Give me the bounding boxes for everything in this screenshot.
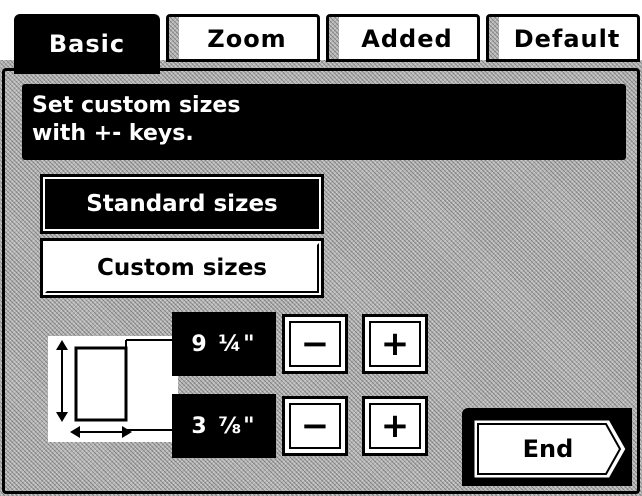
minus-label: − [300, 324, 330, 364]
width-minus-button[interactable]: − [282, 314, 348, 374]
active-tab-connector [14, 60, 160, 74]
tab-zoom[interactable]: Zoom [166, 14, 320, 62]
custom-sizes-button[interactable]: Custom sizes [40, 238, 324, 298]
tab-basic-label: Basic [48, 29, 126, 58]
message-line-2: with +- keys. [32, 121, 194, 146]
standard-sizes-label: Standard sizes [86, 191, 278, 217]
height-minus-button[interactable]: − [282, 396, 348, 456]
instruction-message: Set custom sizes with +- keys. [22, 84, 626, 160]
height-plus-face: + [369, 403, 421, 449]
tab-edge [169, 17, 179, 59]
plus-label: + [380, 406, 410, 446]
tab-default-face: Default [499, 21, 633, 57]
end-label: End [522, 435, 574, 463]
tab-zoom-label: Zoom [207, 25, 287, 53]
end-button-text-area[interactable]: End [478, 416, 618, 482]
height-minus-face: − [289, 403, 341, 449]
paper-size-icon [48, 336, 178, 442]
tab-default[interactable]: Default [486, 14, 640, 62]
message-line-1: Set custom sizes [32, 93, 241, 118]
width-plus-button[interactable]: + [362, 314, 428, 374]
width-minus-face: − [289, 321, 341, 367]
tab-added-face: Added [339, 21, 473, 57]
tab-edge [329, 17, 339, 59]
tab-added[interactable]: Added [326, 14, 480, 62]
tab-edge [489, 17, 499, 59]
custom-sizes-label: Custom sizes [97, 255, 267, 281]
copier-touch-screen: Basic Zoom Added Default Set custom size… [0, 0, 642, 496]
tab-zoom-face: Zoom [179, 21, 313, 57]
height-value: 3 ⅞" [191, 413, 257, 439]
minus-label: − [300, 406, 330, 446]
tab-default-label: Default [513, 25, 621, 53]
width-value: 9 ¼" [191, 331, 257, 357]
height-value-display: 3 ⅞" [172, 394, 276, 458]
standard-sizes-button[interactable]: Standard sizes [40, 174, 324, 234]
plus-label: + [380, 324, 410, 364]
height-plus-button[interactable]: + [362, 396, 428, 456]
width-value-display: 9 ¼" [172, 312, 276, 376]
width-plus-face: + [369, 321, 421, 367]
tab-added-label: Added [361, 25, 453, 53]
